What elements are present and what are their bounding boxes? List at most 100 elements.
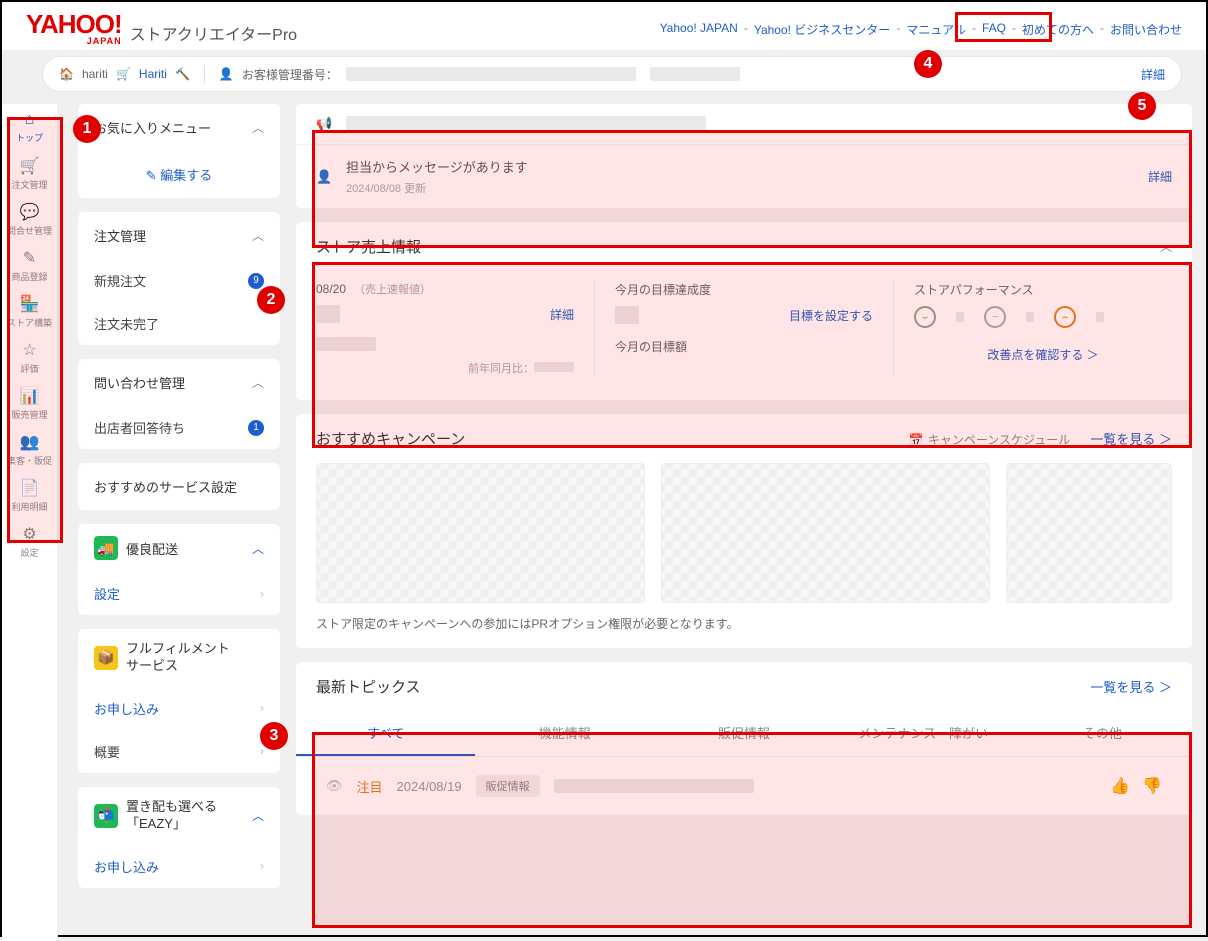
- sales-value-redacted: [316, 305, 340, 323]
- vnav-store-build[interactable]: 🏪ストア構築: [2, 288, 57, 334]
- link-manual[interactable]: マニュアル: [906, 21, 966, 38]
- vnav-top[interactable]: ⌂トップ: [2, 104, 57, 150]
- chevron-up-icon[interactable]: ︿: [1160, 238, 1172, 255]
- tab-feature[interactable]: 機能情報: [475, 711, 654, 756]
- sales-detail[interactable]: 詳細: [550, 306, 574, 323]
- order-title: 注文管理: [94, 226, 146, 245]
- row-apply[interactable]: お申し込み›: [78, 687, 280, 730]
- redacted: [316, 337, 376, 351]
- link-first-time[interactable]: 初めての方へ: [1022, 21, 1094, 38]
- row-overview[interactable]: 概要›: [78, 730, 280, 773]
- store-link[interactable]: Hariti: [139, 67, 167, 81]
- vnav-statement[interactable]: 📄利用明細: [2, 472, 57, 518]
- vnav-order[interactable]: 🛒注文管理: [2, 150, 57, 196]
- thumb-down-icon[interactable]: 👎: [1142, 776, 1162, 796]
- row-incomplete-order[interactable]: 注文未完了: [78, 302, 280, 345]
- logo: YAHOO! JAPAN: [26, 13, 122, 44]
- hammer-icon: 🔨: [175, 67, 190, 81]
- notice-row-1: 📢: [296, 104, 1192, 145]
- tab-all[interactable]: すべて: [296, 711, 475, 756]
- card-inquiry: 問い合わせ管理︿ 出店者回答待ち1: [78, 359, 280, 449]
- chevron-up-icon: ︿: [252, 540, 264, 557]
- avatar-icon: 👤: [219, 67, 234, 81]
- check-improvement[interactable]: 改善点を確認する ＞: [987, 348, 1098, 362]
- vnav-settings[interactable]: ⚙設定: [2, 518, 57, 564]
- fav-menu-edit[interactable]: ✎ 編集する: [78, 151, 280, 198]
- topics-view-all[interactable]: 一覧を見る ＞: [1090, 677, 1172, 696]
- service-row-premium[interactable]: 🚚 優良配送 ︿: [78, 524, 280, 572]
- row-new-order[interactable]: 新規注文9: [78, 259, 280, 302]
- performance-label: ストアパフォーマンス: [914, 281, 1034, 298]
- campaign-schedule[interactable]: 📅 キャンペーンスケジュール: [909, 431, 1070, 448]
- chart-icon: 📊: [20, 386, 40, 406]
- logo-japan: JAPAN: [26, 37, 122, 45]
- chevron-up-icon[interactable]: ︿: [252, 227, 264, 244]
- goal-label: 今月の目標達成度: [615, 281, 711, 298]
- card-fulfillment: 📦 フルフィルメント サービス お申し込み› 概要›: [78, 629, 280, 773]
- chevron-up-icon[interactable]: ︿: [252, 119, 264, 136]
- face-good-icon: ⌣: [914, 306, 936, 328]
- gear-icon: ⚙: [22, 524, 36, 544]
- cart-icon: 🛒: [116, 67, 131, 81]
- panel-sales-info: ストア売上情報 ︿ 08/20 （売上速報値） 詳細 前年同月比： 今月の目標達…: [296, 222, 1192, 400]
- campaign-note: ストア限定のキャンペーンへの参加にはPRオプション権限が必要となります。: [316, 615, 1172, 632]
- tab-promo[interactable]: 販促情報: [654, 711, 833, 756]
- header-links: Yahoo! JAPAN- Yahoo! ビジネスセンター- マニュアル- FA…: [660, 21, 1182, 38]
- face-neutral-icon: −: [984, 306, 1006, 328]
- chevron-right-icon: ›: [260, 701, 264, 715]
- link-contact[interactable]: お問い合わせ: [1110, 21, 1182, 38]
- vnav-promo[interactable]: 👥集客・販促: [2, 426, 57, 472]
- store-name: hariti: [82, 67, 108, 81]
- chevron-up-icon[interactable]: ︿: [252, 374, 264, 391]
- service-row-fulfillment[interactable]: 📦 フルフィルメント サービス: [78, 629, 280, 687]
- topic-date: 2024/08/19: [397, 779, 462, 794]
- header: YAHOO! JAPAN ストアクリエイターPro Yahoo! JAPAN- …: [2, 2, 1206, 50]
- person-icon: 👤: [316, 169, 334, 185]
- face-sad-icon: ⌢: [1054, 306, 1076, 328]
- product-name: ストアクリエイターPro: [130, 21, 297, 45]
- row-apply-eazy[interactable]: お申し込み›: [78, 845, 280, 888]
- star-icon: ☆: [22, 340, 36, 360]
- topic-title-redacted: [554, 779, 754, 793]
- sales-col-goal: 今月の目標達成度 目標を設定する 今月の目標額: [615, 281, 894, 376]
- vnav-inquiry[interactable]: 💬問合せ管理: [2, 196, 57, 242]
- subheader-detail[interactable]: 詳細: [1141, 66, 1165, 83]
- calendar-icon: 📅: [909, 433, 924, 447]
- campaign-card-3[interactable]: [1006, 463, 1172, 603]
- link-faq[interactable]: FAQ: [982, 21, 1006, 38]
- row-settings[interactable]: 設定›: [78, 572, 280, 615]
- doc-icon: 📄: [20, 478, 40, 498]
- eye-icon: 👁: [326, 778, 343, 794]
- goal-value-redacted: [615, 306, 639, 324]
- badge-new-order: 9: [248, 273, 264, 289]
- vnav-sales[interactable]: 📊販売管理: [2, 380, 57, 426]
- notice-detail[interactable]: 詳細: [1148, 168, 1172, 185]
- sales-col-revenue: 08/20 （売上速報値） 詳細 前年同月比：: [316, 281, 595, 376]
- vnav-rating[interactable]: ☆評価: [2, 334, 57, 380]
- fav-menu-title: お気に入りメニュー: [94, 118, 211, 137]
- topic-row[interactable]: 👁 注目 2024/08/19 販促情報 👍 👎: [296, 757, 1192, 815]
- subheader: 🏠 hariti 🛒 Hariti 🔨 👤 お客様管理番号： 詳細: [42, 56, 1182, 92]
- badge-waiting: 1: [248, 420, 264, 436]
- card-order: 注文管理 ︿ 新規注文9 注文未完了: [78, 212, 280, 345]
- campaign-card-1[interactable]: [316, 463, 645, 603]
- campaign-view-all[interactable]: 一覧を見る ＞: [1090, 432, 1172, 447]
- cart-icon: 🛒: [20, 156, 40, 176]
- set-goal[interactable]: 目標を設定する: [789, 307, 873, 324]
- row-inquiry-waiting[interactable]: 出店者回答待ち1: [78, 406, 280, 449]
- store-icon: 🏠: [59, 67, 74, 81]
- campaign-card-2[interactable]: [661, 463, 990, 603]
- sales-col-performance: ストアパフォーマンス ⌣ − ⌢ 改善点を確認する ＞: [914, 281, 1172, 376]
- chevron-right-icon: ›: [260, 744, 264, 758]
- panel-campaign: おすすめキャンペーン 📅 キャンペーンスケジュール 一覧を見る ＞ ストア限定の…: [296, 414, 1192, 648]
- thumb-up-icon[interactable]: 👍: [1110, 776, 1130, 796]
- panel-topics: 最新トピックス 一覧を見る ＞ すべて 機能情報 販促情報 メンテナンス・障がい…: [296, 662, 1192, 815]
- service-row-eazy[interactable]: 📬 置き配も選べる 「EAZY」 ︿: [78, 787, 280, 845]
- logo-main: YAHOO!: [26, 13, 122, 36]
- link-yahoo-japan[interactable]: Yahoo! JAPAN: [660, 21, 738, 38]
- link-biz-center[interactable]: Yahoo! ビジネスセンター: [754, 21, 890, 38]
- vnav-product[interactable]: ✎商品登録: [2, 242, 57, 288]
- tab-maint[interactable]: メンテナンス・障がい: [834, 711, 1013, 756]
- tab-other[interactable]: その他: [1013, 711, 1192, 756]
- goal-amount-label: 今月の目標額: [615, 338, 687, 355]
